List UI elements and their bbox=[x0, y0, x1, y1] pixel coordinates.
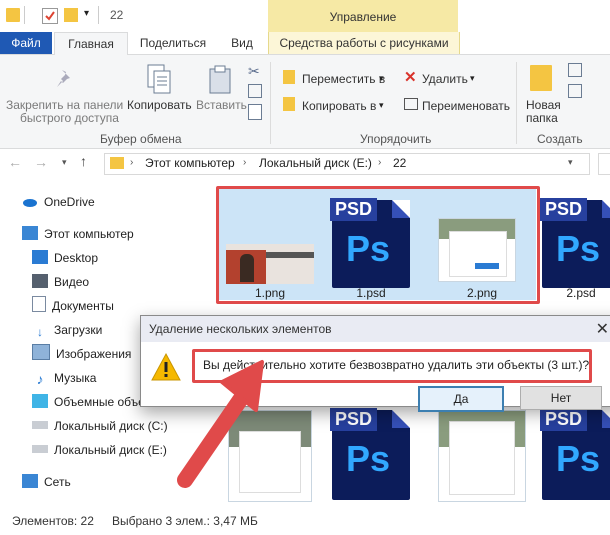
search-input[interactable] bbox=[598, 153, 610, 175]
desktop-icon bbox=[32, 250, 48, 264]
pin-icon bbox=[54, 68, 76, 93]
recent-locations-icon[interactable]: ▾ bbox=[62, 157, 67, 168]
no-button[interactable]: Нет bbox=[520, 386, 602, 410]
delete-icon: ✕ bbox=[404, 69, 417, 86]
new-folder-quick-icon[interactable] bbox=[64, 8, 78, 22]
move-to-dropdown-icon[interactable]: ▾ bbox=[379, 73, 384, 84]
delete-button[interactable]: Удалить bbox=[422, 72, 468, 86]
address-folder-icon bbox=[110, 157, 124, 169]
nav-onedrive[interactable]: OneDrive bbox=[22, 192, 95, 212]
copy-to-button[interactable]: Копировать в bbox=[302, 99, 376, 113]
pin-quick-access-label[interactable]: Закрепить на панели bbox=[6, 98, 123, 112]
nav-documents[interactable]: Документы bbox=[32, 296, 114, 316]
file-name-1psd[interactable]: 1.psd bbox=[332, 286, 410, 300]
download-icon: ↓ bbox=[37, 325, 43, 339]
network-icon bbox=[22, 474, 38, 488]
status-bar: Элементов: 22 Выбрано 3 элем.: 3,47 МБ bbox=[0, 510, 610, 532]
nav-drive-e[interactable]: Локальный диск (E:) bbox=[32, 440, 167, 460]
dialog-message: Вы действительно хотите безвозвратно уда… bbox=[192, 349, 592, 383]
nav-this-pc[interactable]: Этот компьютер bbox=[22, 224, 134, 244]
file-name-1png[interactable]: 1.png bbox=[226, 286, 314, 300]
ribbon-tabs: Файл Главная Поделиться Вид Средства раб… bbox=[0, 32, 610, 55]
paste-icon bbox=[207, 63, 233, 98]
nav-desktop[interactable]: Desktop bbox=[32, 248, 98, 268]
copy-path-icon[interactable] bbox=[248, 84, 262, 98]
dialog-title-bar: Удаление нескольких элементов ✕ bbox=[141, 316, 610, 342]
file-thumb-1psd[interactable]: PSD Ps bbox=[330, 198, 410, 288]
breadcrumb-this-pc[interactable]: Этот компьютер bbox=[145, 156, 235, 170]
computer-icon bbox=[22, 226, 38, 240]
new-item-icon[interactable] bbox=[568, 63, 582, 77]
rename-icon bbox=[404, 98, 418, 110]
breadcrumb-22[interactable]: 22 bbox=[393, 156, 406, 170]
tab-file[interactable]: Файл bbox=[0, 32, 52, 54]
file-thumb-row2-1[interactable] bbox=[228, 410, 312, 502]
address-dropdown-icon[interactable]: ▾ bbox=[568, 157, 573, 168]
paste-button[interactable]: Вставить bbox=[196, 98, 247, 112]
title-bar: ▾ 22 Управление bbox=[0, 0, 610, 32]
nav-music[interactable]: ♪ Музыка bbox=[32, 368, 97, 388]
drive-icon bbox=[32, 421, 48, 429]
forward-icon[interactable]: → bbox=[34, 154, 48, 170]
file-name-2png[interactable]: 2.png bbox=[438, 286, 526, 300]
breadcrumb-drive-e[interactable]: Локальный диск (E:) bbox=[259, 156, 372, 170]
yes-button[interactable]: Да bbox=[418, 386, 504, 412]
customize-toolbar-icon[interactable]: ▾ bbox=[84, 8, 89, 19]
file-thumb-1png[interactable] bbox=[226, 244, 314, 284]
organize-group-label: Упорядочить bbox=[360, 132, 432, 146]
easy-access-icon[interactable] bbox=[568, 84, 582, 98]
selected-info: Выбрано 3 элем.: 3,47 МБ bbox=[112, 514, 258, 528]
pin-quick-access-label-2[interactable]: быстрого доступа bbox=[20, 111, 119, 125]
copy-to-dropdown-icon[interactable]: ▾ bbox=[379, 100, 384, 111]
music-icon: ♪ bbox=[36, 371, 44, 387]
copy-to-icon bbox=[283, 97, 295, 111]
back-icon[interactable]: ← bbox=[8, 154, 22, 170]
clipboard-group-label: Буфер обмена bbox=[100, 132, 182, 146]
document-icon bbox=[32, 296, 46, 312]
delete-dropdown-icon[interactable]: ▾ bbox=[470, 73, 475, 84]
file-thumb-2png[interactable] bbox=[438, 218, 516, 282]
nav-videos[interactable]: Видео bbox=[32, 272, 89, 292]
pictures-icon bbox=[32, 344, 50, 360]
warning-icon bbox=[150, 352, 182, 385]
manage-context-header: Управление bbox=[268, 0, 458, 32]
file-thumb-row2-4[interactable]: PSD Ps bbox=[540, 408, 610, 500]
drive-icon bbox=[32, 445, 48, 453]
tab-view[interactable]: Вид bbox=[220, 32, 264, 54]
close-icon[interactable]: ✕ bbox=[596, 319, 609, 339]
rename-button[interactable]: Переименовать bbox=[422, 99, 510, 113]
new-folder-icon bbox=[530, 65, 552, 91]
new-folder-button-2[interactable]: папка bbox=[526, 111, 558, 125]
create-group-label: Создать bbox=[537, 132, 583, 146]
file-thumb-row2-3[interactable] bbox=[438, 410, 526, 502]
paste-shortcut-icon[interactable] bbox=[248, 104, 262, 120]
file-name-2psd[interactable]: 2.psd bbox=[542, 286, 610, 300]
nav-drive-c[interactable]: Локальный диск (C:) bbox=[32, 416, 168, 436]
window-title: 22 bbox=[110, 8, 124, 22]
copy-icon bbox=[146, 63, 172, 98]
dialog-title: Удаление нескольких элементов bbox=[149, 322, 332, 336]
tab-home[interactable]: Главная bbox=[54, 32, 128, 55]
folder-icon bbox=[6, 8, 20, 22]
tab-share[interactable]: Поделиться bbox=[128, 32, 218, 54]
nav-network[interactable]: Сеть bbox=[22, 472, 71, 492]
move-to-button[interactable]: Переместить в bbox=[302, 72, 385, 86]
nav-3d-objects[interactable]: Объемные объе bbox=[32, 392, 145, 412]
new-folder-button[interactable]: Новая bbox=[526, 98, 561, 112]
cube-icon bbox=[32, 394, 48, 408]
cut-icon[interactable]: ✂ bbox=[248, 63, 260, 80]
copy-button[interactable]: Копировать bbox=[127, 98, 192, 112]
video-icon bbox=[32, 274, 48, 288]
tab-picture-tools[interactable]: Средства работы с рисунками bbox=[268, 32, 460, 54]
move-to-icon bbox=[283, 70, 295, 84]
nav-downloads[interactable]: ↓ Загрузки bbox=[32, 320, 102, 340]
file-thumb-row2-2[interactable]: PSD Ps bbox=[330, 408, 410, 500]
file-thumb-2psd[interactable]: PSD Ps bbox=[540, 198, 610, 288]
properties-icon[interactable] bbox=[42, 8, 58, 24]
item-count: Элементов: 22 bbox=[12, 514, 94, 528]
up-icon[interactable]: ↑ bbox=[80, 153, 87, 169]
cloud-icon bbox=[22, 194, 38, 208]
nav-pictures[interactable]: Изображения bbox=[32, 344, 131, 364]
